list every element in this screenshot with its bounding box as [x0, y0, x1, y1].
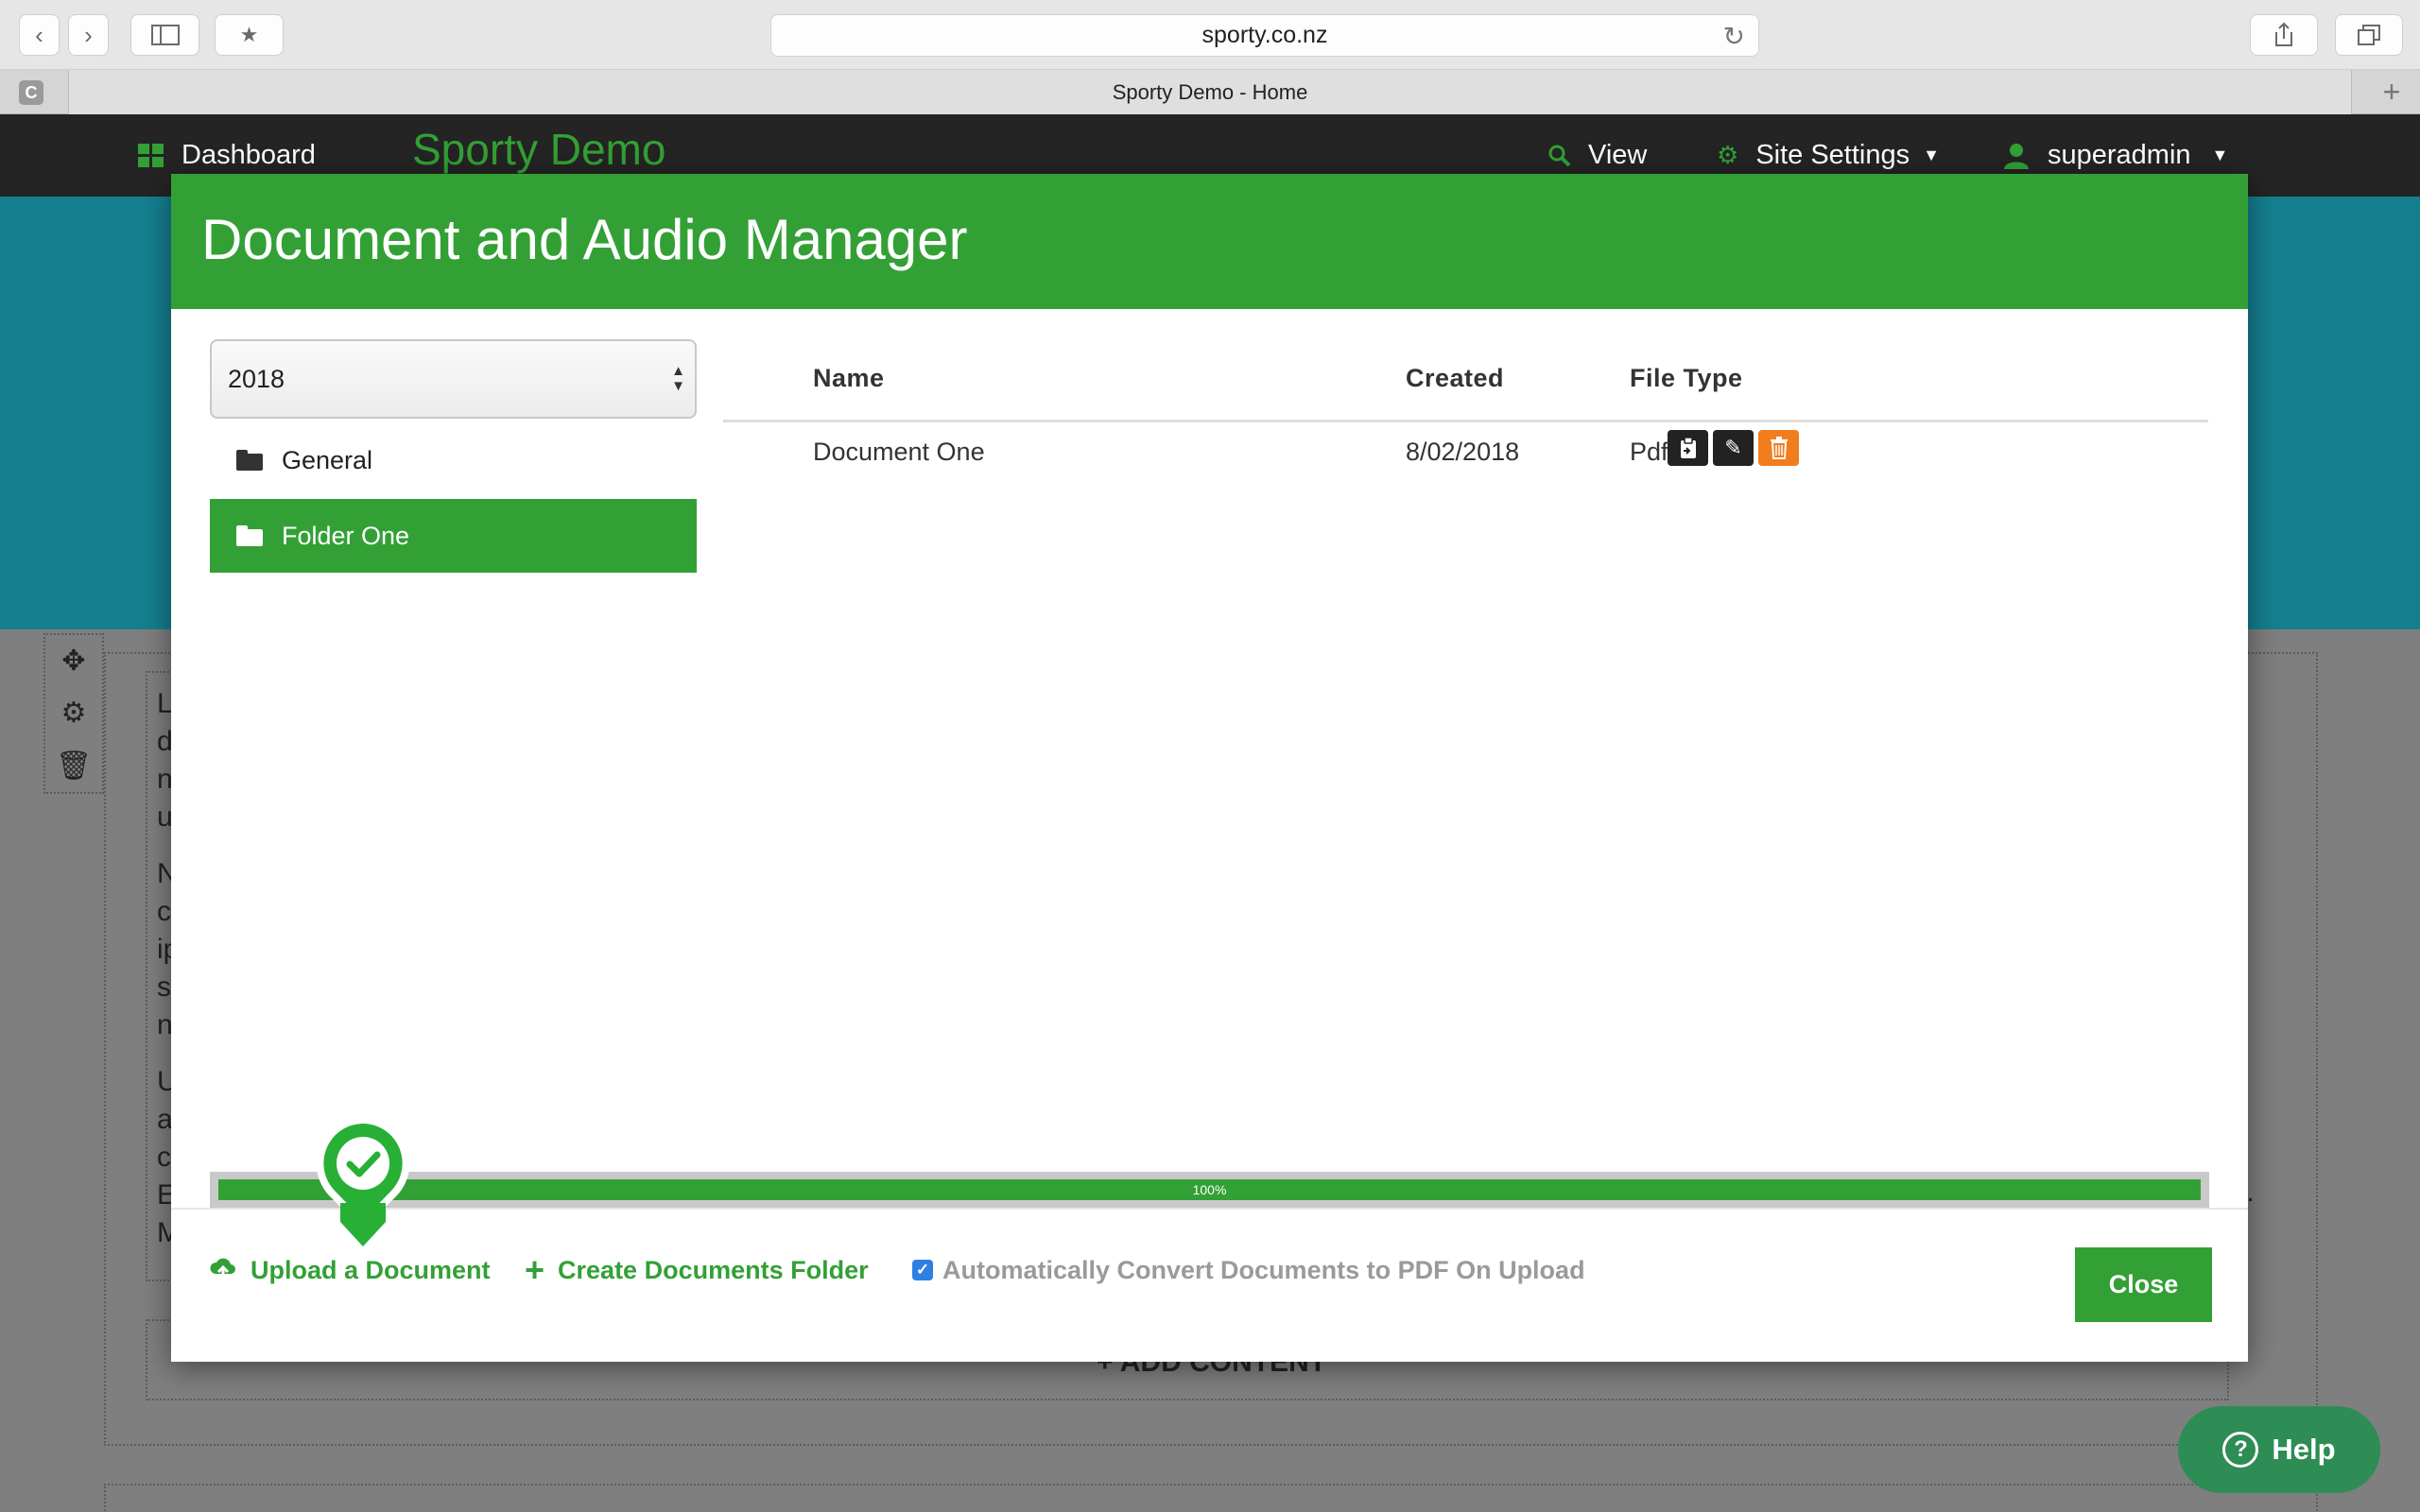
folder-folder-one[interactable]: Folder One	[210, 499, 697, 573]
select-arrows-icon: ▲ ▼	[671, 363, 685, 394]
forward-button[interactable]: ›	[68, 14, 109, 56]
clipboard-icon	[1680, 437, 1696, 458]
back-button[interactable]: ‹	[19, 14, 60, 56]
bg-letter: s	[157, 971, 171, 1003]
nav-dashboard-label: Dashboard	[182, 140, 316, 170]
copy-link-button[interactable]	[1668, 430, 1708, 466]
upload-document-label: Upload a Document	[251, 1255, 491, 1284]
table-header-divider	[723, 420, 2208, 422]
trash-icon[interactable]: 🗑	[56, 749, 92, 782]
question-icon: ?	[2222, 1432, 2259, 1468]
search-icon	[1548, 145, 1571, 167]
user-icon	[2002, 142, 2031, 170]
bg-letter: c	[157, 1142, 171, 1173]
cell-name: Document One	[813, 437, 985, 466]
column-header-name[interactable]: Name	[813, 338, 885, 419]
auto-convert-checkbox[interactable]: ✓	[912, 1260, 933, 1280]
progress-label: 100%	[1192, 1182, 1227, 1197]
modal-title: Document and Audio Manager	[201, 208, 968, 271]
folder-icon	[236, 525, 263, 546]
help-label: Help	[2272, 1433, 2336, 1466]
share-button[interactable]	[2250, 14, 2318, 56]
new-tab-icon[interactable]: +	[2363, 70, 2420, 114]
column-header-file-type[interactable]: File Type	[1630, 338, 1743, 419]
move-icon[interactable]: ✥	[61, 644, 85, 678]
help-button[interactable]: ? Help	[2178, 1406, 2380, 1493]
reload-icon[interactable]: ↻	[1723, 21, 1745, 52]
cell-created: 8/02/2018	[1406, 437, 1520, 466]
pencil-icon: ✎	[1724, 436, 1742, 459]
tabs-button[interactable]	[2335, 14, 2403, 56]
caret-down-icon: ▼	[2211, 146, 2229, 164]
cell-file-type: Pdf	[1630, 437, 1668, 466]
url-text: sporty.co.nz	[1201, 22, 1328, 48]
modal-header: Document and Audio Manager	[171, 174, 2248, 309]
folder-label: General	[282, 445, 373, 474]
gear-icon[interactable]: ⚙	[61, 696, 87, 730]
dashboard-icon	[138, 143, 164, 168]
auto-convert-option[interactable]: ✓ Automatically Convert Documents to PDF…	[912, 1242, 1585, 1298]
tab-title: Sporty Demo - Home	[1112, 79, 1308, 104]
close-button[interactable]: Close	[2075, 1247, 2212, 1322]
edit-button[interactable]: ✎	[1713, 430, 1754, 466]
year-select-value: 2018	[228, 364, 285, 393]
upload-progress: 100%	[210, 1172, 2209, 1208]
browser-toolbar: ‹ › ★ sporty.co.nz ↻	[0, 0, 2420, 70]
cloud-upload-icon	[209, 1255, 237, 1286]
nav-view-label: View	[1588, 140, 1648, 170]
edit-toolbar: ✥ ⚙ 🗑	[43, 633, 104, 794]
year-select[interactable]: 2018 ▲ ▼	[210, 339, 697, 419]
share-icon	[2275, 22, 2292, 46]
tabs-icon	[2358, 25, 2380, 45]
bg-letter: c	[157, 896, 171, 927]
bookmarks-icon: ★	[239, 23, 259, 46]
delete-button[interactable]	[1758, 430, 1799, 466]
folder-label: Folder One	[282, 521, 410, 550]
tab-favicon: C	[19, 80, 43, 105]
create-folder-label: Create Documents Folder	[558, 1255, 869, 1284]
document-manager-modal: Document and Audio Manager 2018 ▲ ▼ Gener…	[171, 174, 2248, 1362]
nav-site-settings-label: Site Settings	[1755, 140, 1910, 170]
gear-icon: ⚙	[1717, 141, 1739, 169]
column-header-created[interactable]: Created	[1406, 338, 1504, 419]
caret-down-icon: ▼	[1923, 146, 1940, 164]
back-icon: ‹	[35, 20, 43, 49]
next-section-outline	[104, 1484, 2318, 1512]
tab-bar: C Sporty Demo - Home +	[0, 70, 2420, 114]
forward-icon: ›	[84, 20, 93, 49]
folder-general[interactable]: General	[210, 423, 697, 497]
plus-icon: +	[525, 1250, 545, 1289]
active-tab[interactable]: Sporty Demo - Home	[68, 70, 2352, 114]
nav-user-label: superadmin	[2048, 140, 2191, 170]
url-bar[interactable]: sporty.co.nz ↻	[770, 14, 1759, 57]
auto-convert-label: Automatically Convert Documents to PDF O…	[942, 1255, 1585, 1284]
folder-icon	[236, 450, 263, 471]
bookmarks-button[interactable]: ★	[215, 14, 284, 56]
trash-icon	[1770, 437, 1788, 459]
upload-success-pin-icon	[316, 1116, 410, 1246]
sidebar-icon	[150, 25, 180, 45]
row-actions: ✎	[1668, 430, 1799, 466]
footer-divider	[171, 1208, 2248, 1210]
site-brand[interactable]: Sporty Demo	[412, 124, 666, 175]
create-folder-button[interactable]: + Create Documents Folder	[525, 1242, 869, 1298]
sidebar-button[interactable]	[130, 14, 199, 56]
